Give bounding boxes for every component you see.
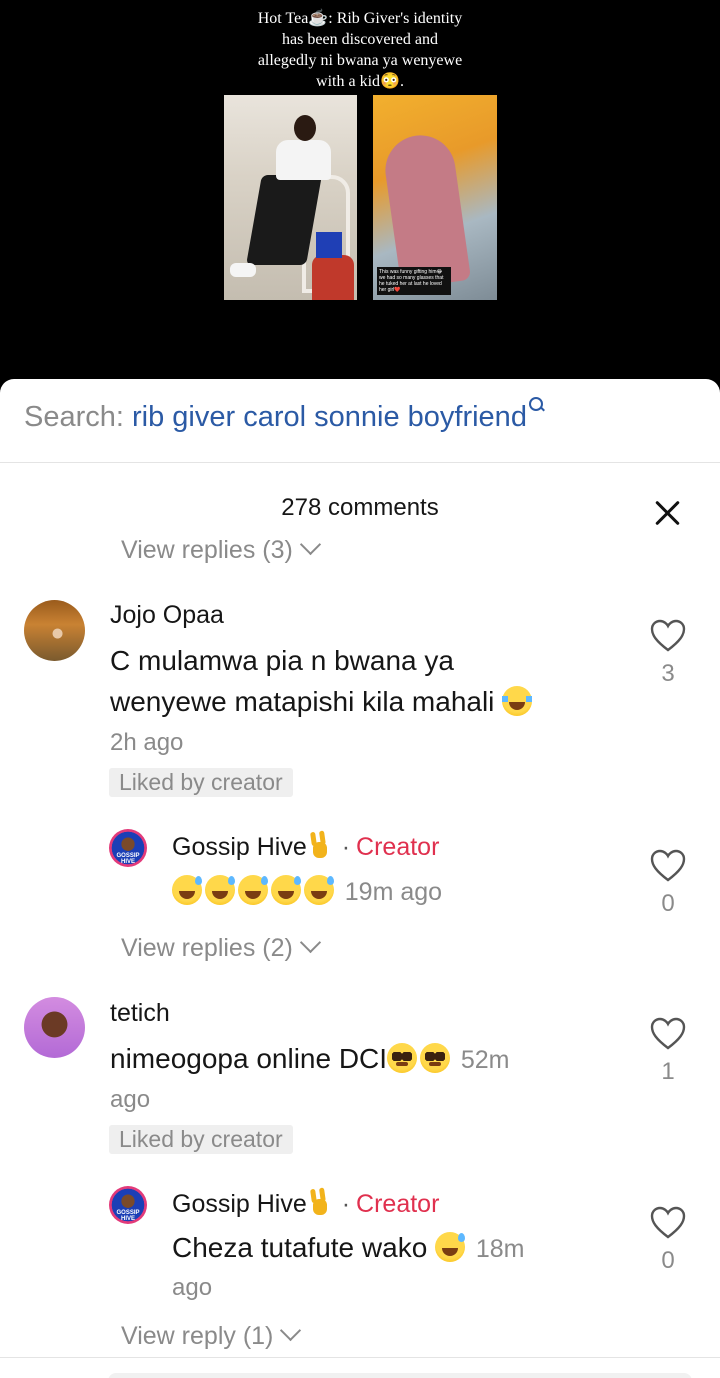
- comments-count: 278 comments: [281, 494, 439, 521]
- chevron-down-icon: [280, 1319, 302, 1342]
- comment-author[interactable]: Jojo Opaa: [110, 601, 224, 630]
- reply-text-fragment: Cheza tutafute wako: [172, 1232, 428, 1263]
- avatar-text: GOSSIP HIVE: [116, 1210, 140, 1222]
- avatar[interactable]: [24, 600, 85, 661]
- reply-author-name: Gossip Hive: [172, 833, 307, 861]
- like-button[interactable]: 3: [638, 619, 698, 688]
- divider: [0, 1357, 720, 1358]
- comment-text-line: wenyewe matapishi kila mahali: [110, 681, 535, 722]
- search-prefix: Search:: [24, 401, 124, 433]
- video-frame-right: This was funny gifting him😂 we had so ma…: [373, 95, 497, 300]
- reply-author-name: Gossip Hive: [172, 1190, 307, 1218]
- comment-author[interactable]: tetich: [110, 999, 170, 1028]
- comment-text-fragment: wenyewe matapishi kila mahali: [110, 686, 495, 717]
- person-head: [294, 115, 316, 141]
- victory-hand-icon: [307, 832, 329, 858]
- heart-icon: [650, 849, 686, 882]
- comment-text: C mulamwa pia n bwana ya wenyewe matapis…: [110, 640, 535, 722]
- pleading-face-emoji-icon: [387, 1043, 418, 1073]
- chevron-down-icon: [299, 931, 321, 954]
- caption-line: allegedly ni bwana ya wenyewe: [257, 52, 463, 69]
- like-count: 0: [661, 890, 675, 917]
- reply-time-continued: ago: [172, 1274, 213, 1301]
- like-count: 1: [661, 1058, 675, 1085]
- sweat-smile-emoji-icon: [271, 875, 301, 905]
- like-count: 3: [661, 660, 675, 687]
- reply-time: 18m: [475, 1235, 525, 1263]
- liked-by-creator-badge: Liked by creator: [109, 1125, 293, 1154]
- liked-by-creator-badge: Liked by creator: [109, 768, 293, 797]
- view-replies-label: View replies (2): [121, 934, 293, 962]
- separator-dot: ·: [341, 1190, 351, 1218]
- avatar[interactable]: GOSSIP HIVE: [109, 829, 147, 867]
- creator-tag: Creator: [356, 1190, 440, 1218]
- caption-line: has been discovered and: [282, 31, 438, 48]
- comment-time: 52m: [460, 1046, 510, 1074]
- victory-hand-icon: [307, 1189, 329, 1215]
- pleading-face-emoji-icon: [420, 1043, 451, 1073]
- comment-text-line: C mulamwa pia n bwana ya: [110, 645, 454, 676]
- sweat-smile-emoji-icon: [435, 1232, 466, 1262]
- heart-icon: [650, 1017, 686, 1050]
- separator-dot: ·: [341, 833, 351, 861]
- video-caption: Hot Tea☕: Rib Giver's identity has been …: [210, 8, 510, 92]
- close-icon[interactable]: [652, 497, 684, 529]
- search-icon[interactable]: [528, 397, 543, 411]
- sweat-smile-emoji-icon: [205, 875, 235, 905]
- view-replies-label: View replies (3): [121, 536, 293, 564]
- view-replies-button[interactable]: View replies (3): [121, 533, 321, 565]
- like-count: 0: [661, 1247, 675, 1274]
- person-shoe: [230, 263, 256, 277]
- view-replies-button[interactable]: View replies (2): [121, 931, 321, 963]
- comment-time-continued: ago: [110, 1086, 151, 1113]
- watermark-badge: [316, 232, 342, 258]
- avatar[interactable]: GOSSIP HIVE: [109, 1186, 147, 1224]
- frame-overlay-text: This was funny gifting him😂 we had so ma…: [377, 267, 451, 295]
- sweat-smile-emoji-icon: [304, 875, 334, 905]
- like-button[interactable]: 0: [638, 849, 698, 918]
- sweat-smile-emoji-icon: [172, 875, 202, 905]
- reply-author[interactable]: Gossip Hive · Creator: [172, 832, 439, 862]
- like-button[interactable]: 1: [638, 1017, 698, 1086]
- creator-tag: Creator: [356, 833, 440, 861]
- video-frame-left: [224, 95, 357, 300]
- comment-time: 2h ago: [110, 729, 184, 756]
- reply-time: 19m ago: [344, 878, 443, 906]
- comments-sheet: Search: rib giver carol sonnie boyfriend…: [0, 379, 720, 1378]
- search-suggestion[interactable]: Search: rib giver carol sonnie boyfriend: [24, 397, 543, 434]
- video-player[interactable]: Hot Tea☕: Rib Giver's identity has been …: [0, 0, 720, 380]
- avatar[interactable]: [24, 997, 85, 1058]
- divider: [0, 462, 720, 463]
- heart-icon: [650, 619, 686, 652]
- search-query[interactable]: rib giver carol sonnie boyfriend: [132, 401, 527, 433]
- reply-text: 19m ago: [172, 870, 442, 913]
- view-replies-label: View reply (1): [121, 1322, 274, 1350]
- person-body: [276, 140, 331, 180]
- status-bar: [0, 0, 720, 8]
- avatar-text: GOSSIP HIVE: [116, 853, 140, 865]
- comment-text-fragment: nimeogopa online DCI: [110, 1043, 388, 1074]
- reply-author[interactable]: Gossip Hive · Creator: [172, 1189, 439, 1219]
- heart-icon: [650, 1206, 686, 1239]
- caption-line: with a kid😳.: [316, 73, 404, 90]
- reply-text: Cheza tutafute wako 18m: [172, 1227, 524, 1270]
- hand-shape: [380, 130, 472, 290]
- view-reply-button[interactable]: View reply (1): [121, 1319, 302, 1351]
- caption-line: Hot Tea☕: Rib Giver's identity: [257, 10, 463, 27]
- comment-text: nimeogopa online DCI 52m: [110, 1038, 509, 1081]
- chevron-down-icon: [299, 533, 321, 556]
- sweat-smile-emoji-icon: [238, 875, 268, 905]
- kid-figure: [312, 255, 354, 300]
- comment-input-bar[interactable]: [108, 1373, 692, 1378]
- laughing-emoji-icon: [502, 686, 533, 716]
- like-button[interactable]: 0: [638, 1206, 698, 1275]
